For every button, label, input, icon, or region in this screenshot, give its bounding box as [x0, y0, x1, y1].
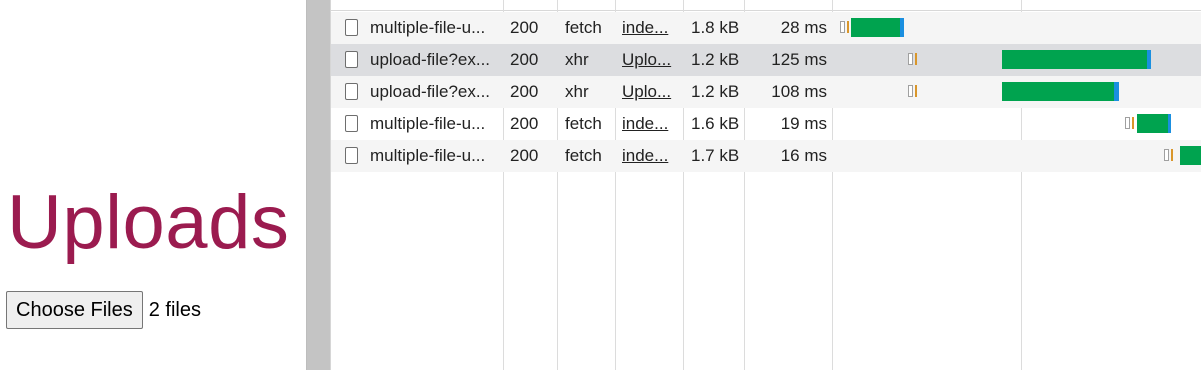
- panel-splitter[interactable]: [306, 0, 330, 370]
- waterfall-download: [900, 18, 904, 37]
- request-time: 108 ms: [771, 82, 827, 101]
- request-initiator-link[interactable]: Uplo...: [622, 44, 682, 76]
- request-status: 200: [510, 18, 539, 37]
- request-time: 28 ms: [780, 18, 827, 37]
- document-icon: [345, 51, 358, 68]
- document-icon: [345, 83, 358, 100]
- request-size: 1.6 kB: [691, 114, 740, 133]
- request-row[interactable]: upload-file?ex... 200 xhr Uplo... 1.2 kB…: [331, 44, 1201, 76]
- request-size: 1.7 kB: [691, 146, 740, 165]
- page-title: Uploads: [7, 180, 290, 265]
- request-time: 125 ms: [771, 50, 827, 69]
- request-status: 200: [510, 50, 539, 69]
- request-name[interactable]: multiple-file-u...: [370, 12, 500, 44]
- request-status: 200: [510, 114, 539, 133]
- waterfall-download: [1168, 114, 1171, 133]
- waterfall-bar[interactable]: [836, 108, 1201, 140]
- request-type: fetch: [565, 114, 602, 133]
- network-table-header: [331, 0, 1201, 11]
- waterfall-ttfb: [1180, 146, 1201, 165]
- request-row[interactable]: multiple-file-u... 200 fetch inde... 1.6…: [331, 108, 1201, 140]
- waterfall-stalled: [915, 53, 917, 65]
- waterfall-bar[interactable]: [836, 44, 1201, 76]
- request-name[interactable]: multiple-file-u...: [370, 108, 500, 140]
- page-content: Uploads Choose Files 2 files: [0, 0, 306, 370]
- file-count-label: 2 files: [148, 298, 201, 321]
- waterfall-ttfb: [1137, 114, 1168, 133]
- file-input[interactable]: Choose Files 2 files: [6, 291, 201, 329]
- waterfall-download: [1147, 50, 1151, 69]
- waterfall-queueing: [1125, 117, 1130, 129]
- waterfall-download: [1114, 82, 1119, 101]
- request-type: fetch: [565, 146, 602, 165]
- request-initiator-link[interactable]: inde...: [622, 140, 682, 172]
- request-row[interactable]: multiple-file-u... 200 fetch inde... 1.7…: [331, 140, 1201, 172]
- waterfall-ttfb: [1002, 82, 1114, 101]
- waterfall-bar[interactable]: [836, 76, 1201, 108]
- request-status: 200: [510, 82, 539, 101]
- request-type: xhr: [565, 50, 589, 69]
- waterfall-queueing: [908, 85, 913, 97]
- waterfall-ttfb: [851, 18, 900, 37]
- request-name[interactable]: upload-file?ex...: [370, 76, 500, 108]
- waterfall-queueing: [1164, 149, 1169, 161]
- waterfall-ttfb: [1002, 50, 1147, 69]
- request-initiator-link[interactable]: inde...: [622, 12, 682, 44]
- request-time: 19 ms: [780, 114, 827, 133]
- request-time: 16 ms: [780, 146, 827, 165]
- request-size: 1.2 kB: [691, 82, 740, 101]
- request-size: 1.2 kB: [691, 50, 740, 69]
- request-status: 200: [510, 146, 539, 165]
- request-type: xhr: [565, 82, 589, 101]
- request-row[interactable]: multiple-file-u... 200 fetch inde... 1.8…: [331, 12, 1201, 44]
- waterfall-stalled: [1171, 149, 1173, 161]
- request-name[interactable]: multiple-file-u...: [370, 140, 500, 172]
- waterfall-stalled: [847, 21, 849, 33]
- document-icon: [345, 19, 358, 36]
- waterfall-queueing: [908, 53, 913, 65]
- waterfall-queueing: [840, 21, 845, 33]
- request-type: fetch: [565, 18, 602, 37]
- waterfall-bar[interactable]: [836, 140, 1201, 172]
- request-initiator-link[interactable]: Uplo...: [622, 76, 682, 108]
- request-size: 1.8 kB: [691, 18, 740, 37]
- request-initiator-link[interactable]: inde...: [622, 108, 682, 140]
- waterfall-bar[interactable]: [836, 12, 1201, 44]
- choose-files-button[interactable]: Choose Files: [6, 291, 143, 329]
- request-list: multiple-file-u... 200 fetch inde... 1.8…: [331, 12, 1201, 172]
- document-icon: [345, 115, 358, 132]
- document-icon: [345, 147, 358, 164]
- waterfall-stalled: [915, 85, 917, 97]
- network-panel: multiple-file-u... 200 fetch inde... 1.8…: [330, 0, 1201, 370]
- request-name[interactable]: upload-file?ex...: [370, 44, 500, 76]
- waterfall-stalled: [1132, 117, 1134, 129]
- request-row[interactable]: upload-file?ex... 200 xhr Uplo... 1.2 kB…: [331, 76, 1201, 108]
